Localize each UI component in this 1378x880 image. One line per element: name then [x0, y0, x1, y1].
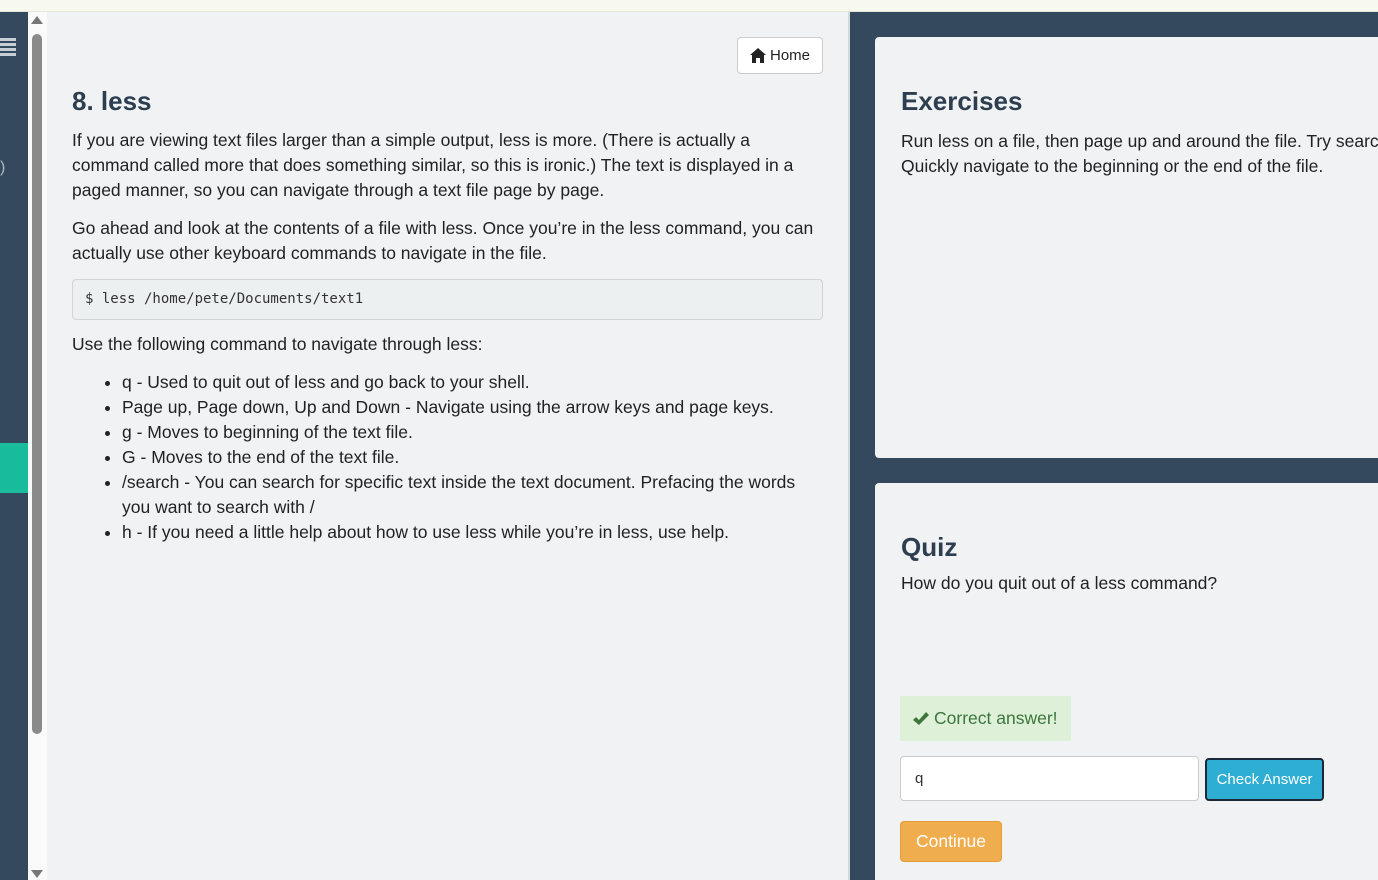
lesson-title: 8. less — [72, 86, 152, 116]
lesson-paragraph: If you are viewing text files larger tha… — [72, 130, 794, 200]
command-key: /search — [122, 472, 180, 492]
nav-item-fragment[interactable]: ) — [0, 159, 5, 177]
check-icon — [913, 711, 929, 725]
code-block: $ less /home/pete/Documents/text1 — [72, 279, 823, 320]
exercises-text: Run less on a file, then page up and aro… — [901, 129, 1378, 179]
separator: - — [131, 372, 148, 392]
separator: - — [131, 422, 148, 442]
lesson-body: If you are viewing text files larger tha… — [72, 128, 823, 545]
quiz-card: Quiz How do you quit out of a less comma… — [875, 483, 1378, 880]
exercises-title: Exercises — [901, 86, 1023, 116]
list-item: q - Used to quit out of less and go back… — [122, 370, 823, 395]
answer-input[interactable] — [900, 756, 1199, 801]
list-item: G - Moves to the end of the text file. — [122, 445, 823, 470]
scrollbar[interactable] — [28, 12, 47, 880]
command-desc: Moves to the end of the text file. — [151, 447, 400, 467]
command-key: G — [122, 447, 136, 467]
command-desc: Moves to beginning of the text file. — [147, 422, 413, 442]
scroll-up-icon[interactable] — [31, 16, 43, 24]
command-desc: You can search for specific text inside … — [122, 472, 796, 517]
correct-answer-alert: Correct answer! — [900, 696, 1071, 741]
lesson-content: Home 8. less If you are viewing text fil… — [47, 12, 848, 880]
nav-active-indicator[interactable] — [0, 443, 28, 493]
list-item: /search - You can search for specific te… — [122, 470, 823, 520]
command-key: q — [122, 372, 132, 392]
separator: - — [400, 397, 416, 417]
exercises-card: Exercises Run less on a file, then page … — [875, 37, 1378, 458]
separator: - — [135, 447, 152, 467]
right-panel: Exercises Run less on a file, then page … — [850, 12, 1378, 880]
home-icon — [749, 48, 766, 63]
list-item: h - If you need a little help about how … — [122, 520, 823, 545]
exercises-line: Run less on a file, then page up and aro… — [901, 131, 1378, 151]
command-desc: Used to quit out of less and go back to … — [147, 372, 530, 392]
exercises-line: Quickly navigate to the beginning or the… — [901, 156, 1324, 176]
lesson-paragraph: Go ahead and look at the contents of a f… — [72, 218, 814, 263]
command-desc: Navigate using the arrow keys and page k… — [415, 397, 774, 417]
command-key: g — [122, 422, 132, 442]
continue-button[interactable]: Continue — [900, 821, 1002, 862]
command-key: Page up, Page down, Up and Down — [122, 397, 401, 417]
menu-icon[interactable] — [0, 38, 16, 60]
command-desc: If you need a little help about how to u… — [147, 522, 730, 542]
alert-text: Correct answer! — [934, 708, 1058, 728]
command-key: h — [122, 522, 132, 542]
left-navigation: ) — [0, 12, 28, 880]
home-button[interactable]: Home — [737, 37, 823, 74]
lesson-paragraph: Use the following command to navigate th… — [72, 334, 483, 354]
separator: - — [131, 522, 148, 542]
check-answer-button[interactable]: Check Answer — [1205, 758, 1324, 801]
quiz-question: How do you quit out of a less command? — [901, 573, 1218, 593]
top-bar — [0, 0, 1378, 12]
scroll-down-icon[interactable] — [31, 870, 43, 878]
home-label: Home — [769, 47, 810, 64]
command-list: q - Used to quit out of less and go back… — [122, 370, 823, 545]
list-item: g - Moves to beginning of the text file. — [122, 420, 823, 445]
list-item: Page up, Page down, Up and Down - Naviga… — [122, 395, 823, 420]
separator: - — [179, 472, 195, 492]
quiz-title: Quiz — [901, 532, 958, 562]
scroll-thumb[interactable] — [32, 34, 42, 734]
